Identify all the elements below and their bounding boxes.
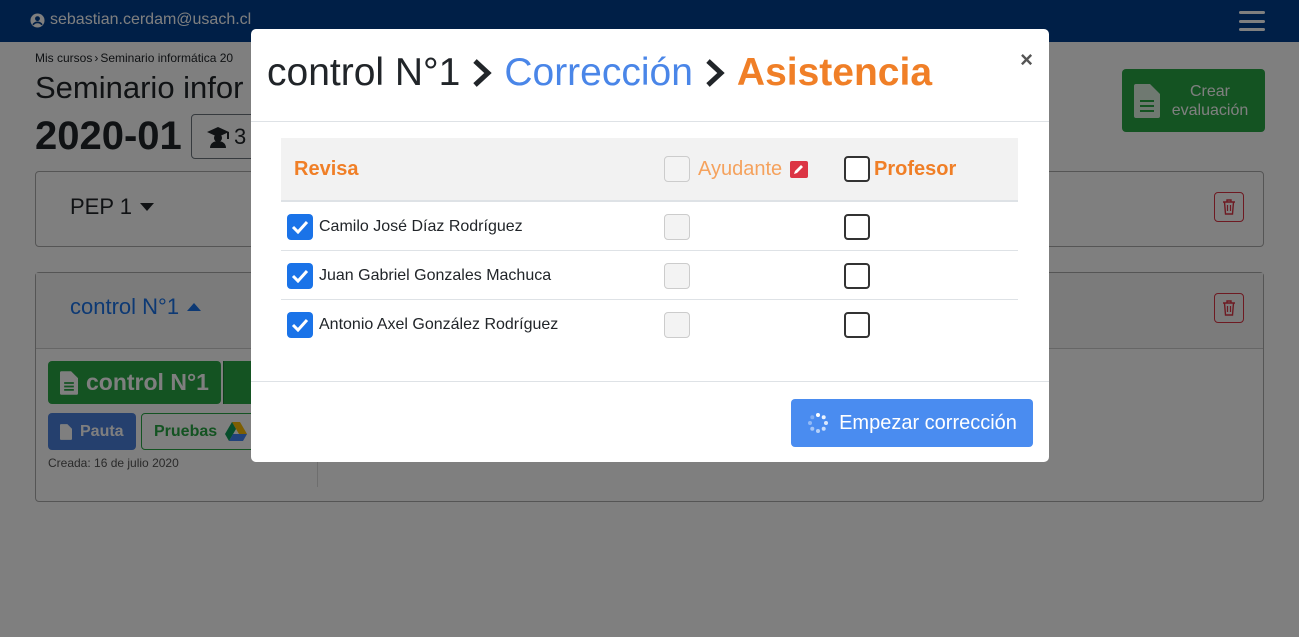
table-row: Antonio Axel González Rodríguez [281, 300, 1018, 349]
header-ayudante-label: Ayudante [698, 157, 783, 180]
edit-icon[interactable] [790, 160, 809, 178]
table-header: Revisa Ayudante Profesor [281, 138, 1018, 202]
asistencia-table: Revisa Ayudante Profesor Camilo José Día… [281, 138, 1018, 349]
revisa-checkbox[interactable] [287, 311, 313, 338]
ayudante-checkbox [664, 262, 690, 289]
start-correction-button[interactable]: Empezar corrección [791, 399, 1033, 447]
revisa-cell: Antonio Axel González Rodríguez [287, 300, 558, 349]
ayudante-cell [664, 300, 690, 349]
student-name: Antonio Axel González Rodríguez [319, 315, 559, 333]
title-evaluation: control N°1 [267, 51, 461, 94]
student-name: Camilo José Díaz Rodríguez [319, 217, 523, 235]
revisa-cell: Camilo José Díaz Rodríguez [287, 202, 523, 251]
spinner-icon [808, 413, 829, 433]
ayudante-checkbox [664, 311, 690, 338]
profesor-cell [844, 300, 870, 349]
table-row: Juan Gabriel Gonzales Machuca [281, 251, 1018, 300]
ayudante-cell [664, 202, 690, 251]
modal-title: control N°1 Corrección Asistencia [267, 51, 932, 95]
header-ayudante: Ayudante [664, 138, 809, 200]
revisa-checkbox[interactable] [287, 262, 313, 289]
header-profesor: Profesor [844, 138, 956, 200]
check-icon [291, 269, 309, 283]
profesor-cell [844, 202, 870, 251]
header-profesor-label: Profesor [874, 157, 957, 180]
title-asistencia: Asistencia [736, 51, 933, 94]
check-icon [291, 318, 309, 332]
chevron-right-icon [473, 59, 493, 87]
ayudante-checkbox [664, 213, 690, 240]
modal-header: control N°1 Corrección Asistencia × [251, 29, 1049, 122]
ayudante-all-checkbox [664, 156, 690, 182]
profesor-all-checkbox[interactable] [844, 156, 870, 182]
check-icon [291, 220, 309, 234]
ayudante-cell [664, 251, 690, 300]
revisa-checkbox[interactable] [287, 213, 313, 240]
start-correction-label: Empezar corrección [839, 411, 1017, 434]
profesor-checkbox[interactable] [844, 262, 870, 289]
profesor-checkbox[interactable] [844, 311, 870, 338]
revisa-cell: Juan Gabriel Gonzales Machuca [287, 251, 551, 300]
profesor-checkbox[interactable] [844, 213, 870, 240]
asistencia-modal: control N°1 Corrección Asistencia × Revi… [251, 29, 1049, 462]
close-icon[interactable]: × [1020, 47, 1033, 73]
profesor-cell [844, 251, 870, 300]
title-correccion[interactable]: Corrección [504, 51, 693, 95]
modal-footer: Empezar corrección [251, 381, 1049, 462]
student-name: Juan Gabriel Gonzales Machuca [319, 266, 552, 284]
header-revisa: Revisa [294, 157, 359, 180]
chevron-right-icon [706, 59, 725, 87]
table-row: Camilo José Díaz Rodríguez [281, 202, 1018, 251]
